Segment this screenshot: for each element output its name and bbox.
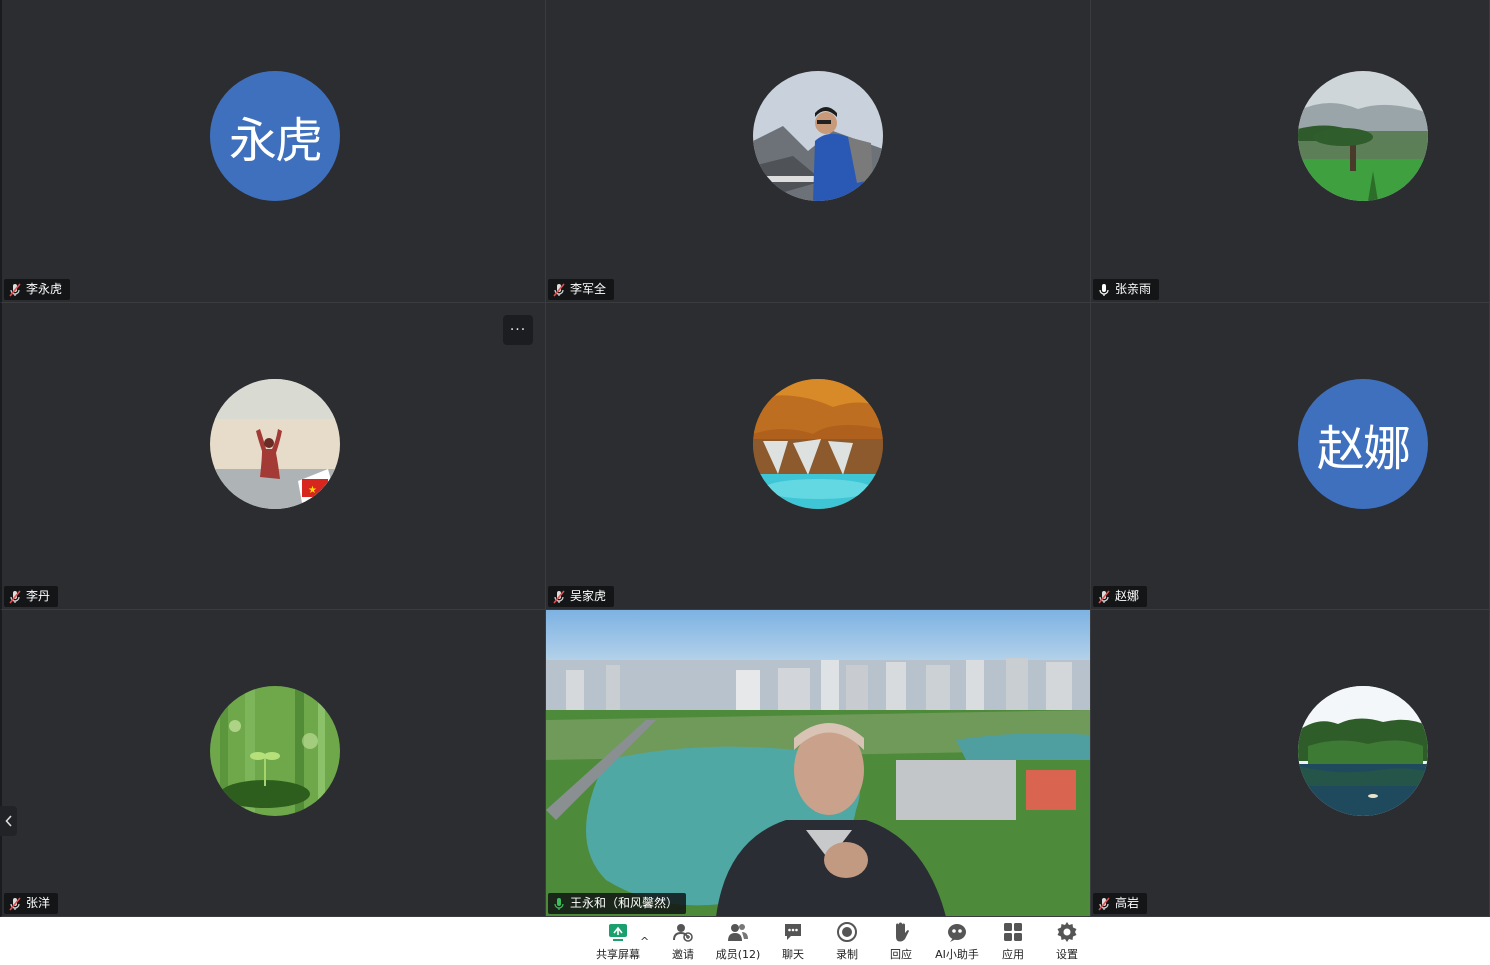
participant-tile-zhang-qinyu[interactable]: 张亲雨 xyxy=(1091,0,1490,303)
name-tag: 李永虎 xyxy=(4,279,71,300)
participant-name: 张洋 xyxy=(26,896,51,910)
members-button[interactable]: 成员(12) xyxy=(710,921,766,963)
apps-label: 应用 xyxy=(1002,948,1024,961)
name-tag: 张亲雨 xyxy=(1093,279,1160,300)
avatar xyxy=(1298,71,1428,201)
avatar xyxy=(753,71,883,201)
participant-tile-wang-yonghe-video[interactable]: 王永和（和风馨然） xyxy=(546,610,1091,917)
share-screen-label: 共享屏幕 xyxy=(596,948,640,961)
participant-name: 李军全 xyxy=(570,282,607,296)
record-label: 录制 xyxy=(836,948,858,961)
avatar-photo-waterfall xyxy=(753,379,883,509)
name-tag: 李军全 xyxy=(548,279,615,300)
record-button[interactable]: 录制 xyxy=(819,921,875,963)
avatar-photo-hiker xyxy=(753,71,883,201)
avatar: 赵娜 xyxy=(1298,379,1428,509)
participant-tile-gao-yan[interactable]: 高岩 xyxy=(1091,610,1490,917)
raise-hand-icon xyxy=(896,922,909,942)
avatar: 永虎 xyxy=(210,71,340,201)
mic-active-icon xyxy=(554,897,564,910)
reaction-button[interactable]: 回应 xyxy=(873,921,929,963)
mic-icon xyxy=(1099,283,1109,296)
mic-muted-icon xyxy=(553,282,565,297)
members-icon xyxy=(728,924,748,941)
invite-label: 邀请 xyxy=(672,948,694,961)
mic-muted-icon xyxy=(9,896,21,911)
participant-name: 赵娜 xyxy=(1115,589,1140,603)
participant-name: 吴家虎 xyxy=(570,589,607,603)
participant-tile-wu-jiahu[interactable]: 吴家虎 xyxy=(546,303,1091,610)
participant-name: 张亲雨 xyxy=(1115,282,1152,296)
reaction-label: 回应 xyxy=(890,948,912,961)
video-feed-city-background xyxy=(546,610,1090,916)
avatar-photo-lake-island xyxy=(1298,686,1428,816)
settings-label: 设置 xyxy=(1056,948,1078,961)
record-icon xyxy=(837,922,857,942)
participant-tile-zhao-na[interactable]: 赵娜 赵娜 xyxy=(1091,303,1490,610)
participant-tile-zhang-yang[interactable]: 张洋 xyxy=(0,610,546,917)
meeting-toolbar: 共享屏幕 邀请 成员(12) 聊天 录制 回应 AI小助手 应用 设置 xyxy=(0,917,1490,965)
mic-muted-icon xyxy=(9,282,21,297)
avatar xyxy=(1298,686,1428,816)
ai-assistant-label: AI小助手 xyxy=(935,948,979,961)
apps-grid-icon xyxy=(1004,923,1022,941)
share-screen-icon xyxy=(609,924,627,941)
chevron-left-icon xyxy=(4,815,12,827)
settings-button[interactable]: 设置 xyxy=(1039,921,1095,963)
apps-button[interactable]: 应用 xyxy=(985,921,1041,963)
share-options-caret[interactable]: ^ xyxy=(640,935,649,948)
collapse-panel-button[interactable] xyxy=(0,806,17,836)
name-tag: 赵娜 xyxy=(1093,586,1148,607)
name-tag: 李丹 xyxy=(4,586,59,607)
participant-tile-li-junquan[interactable]: 李军全 xyxy=(546,0,1091,303)
name-tag: 王永和（和风馨然） xyxy=(548,893,687,914)
more-options-button[interactable]: ··· xyxy=(503,315,533,345)
participant-tile-li-dan[interactable]: ··· ★ 李丹 xyxy=(0,303,546,610)
gear-icon xyxy=(1057,922,1077,942)
mic-muted-icon xyxy=(1098,896,1110,911)
ai-assistant-button[interactable]: AI小助手 xyxy=(929,921,985,963)
avatar-photo-landscape xyxy=(1298,71,1428,201)
participant-name: 李永虎 xyxy=(26,282,63,296)
avatar: ★ xyxy=(210,379,340,509)
avatar-photo-forest-sprout xyxy=(210,686,340,816)
participant-name: 王永和（和风馨然） xyxy=(570,896,679,910)
mic-muted-icon xyxy=(1098,589,1110,604)
members-label: 成员(12) xyxy=(715,948,761,961)
avatar xyxy=(753,379,883,509)
chat-button[interactable]: 聊天 xyxy=(765,921,821,963)
mic-muted-icon xyxy=(9,589,21,604)
participant-tile-li-yonghu[interactable]: 永虎 李永虎 xyxy=(0,0,546,303)
participant-name: 高岩 xyxy=(1115,896,1140,910)
name-tag: 高岩 xyxy=(1093,893,1148,914)
chat-icon xyxy=(785,924,801,940)
avatar xyxy=(210,686,340,816)
mic-muted-icon xyxy=(553,589,565,604)
invite-user-icon xyxy=(673,924,693,942)
share-screen-button[interactable]: 共享屏幕 xyxy=(590,921,646,963)
participant-name: 李丹 xyxy=(26,589,51,603)
name-tag: 吴家虎 xyxy=(548,586,615,607)
video-grid: 永虎 李永虎 李军全 张亲雨 ··· ★ 李丹 吴家虎 赵娜 赵娜 张洋 王永和… xyxy=(0,0,1490,917)
name-tag: 张洋 xyxy=(4,893,59,914)
invite-button[interactable]: 邀请 xyxy=(655,921,711,963)
svg-text:★: ★ xyxy=(308,485,317,496)
chat-label: 聊天 xyxy=(782,948,804,961)
avatar-photo-sunset-heart: ★ xyxy=(210,379,340,509)
ai-robot-icon xyxy=(948,924,966,942)
